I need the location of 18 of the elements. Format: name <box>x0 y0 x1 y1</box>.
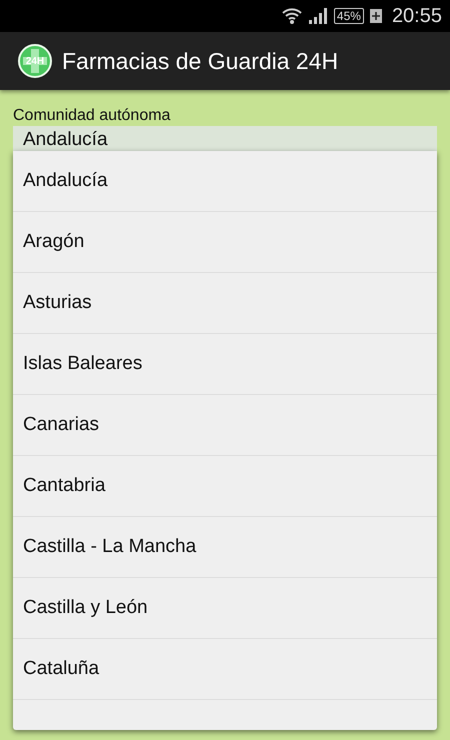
dropdown-option[interactable]: Cataluña <box>13 639 437 700</box>
dropdown-option[interactable]: Cantabria <box>13 456 437 517</box>
region-dropdown[interactable]: Andalucía <box>13 126 437 151</box>
field-label: Comunidad autónoma <box>13 106 172 126</box>
charging-plus-icon <box>370 9 382 23</box>
dropdown-option[interactable]: Andalucía <box>13 151 437 212</box>
dropdown-option[interactable]: Canarias <box>13 395 437 456</box>
signal-icon <box>308 7 328 25</box>
dropdown-option[interactable]: Aragón <box>13 212 437 273</box>
status-time: 20:55 <box>392 4 442 28</box>
dropdown-option[interactable]: Asturias <box>13 273 437 334</box>
battery-indicator: 45% <box>334 8 364 24</box>
dropdown-option[interactable]: Islas Baleares <box>13 334 437 395</box>
app-logo: 24H <box>18 44 52 78</box>
app-title: Farmacias de Guardia 24H <box>62 48 338 74</box>
dropdown-option[interactable]: Castilla y León <box>13 578 437 639</box>
dropdown-option[interactable]: Castilla - La Mancha <box>13 517 437 578</box>
wifi-icon <box>282 7 302 25</box>
